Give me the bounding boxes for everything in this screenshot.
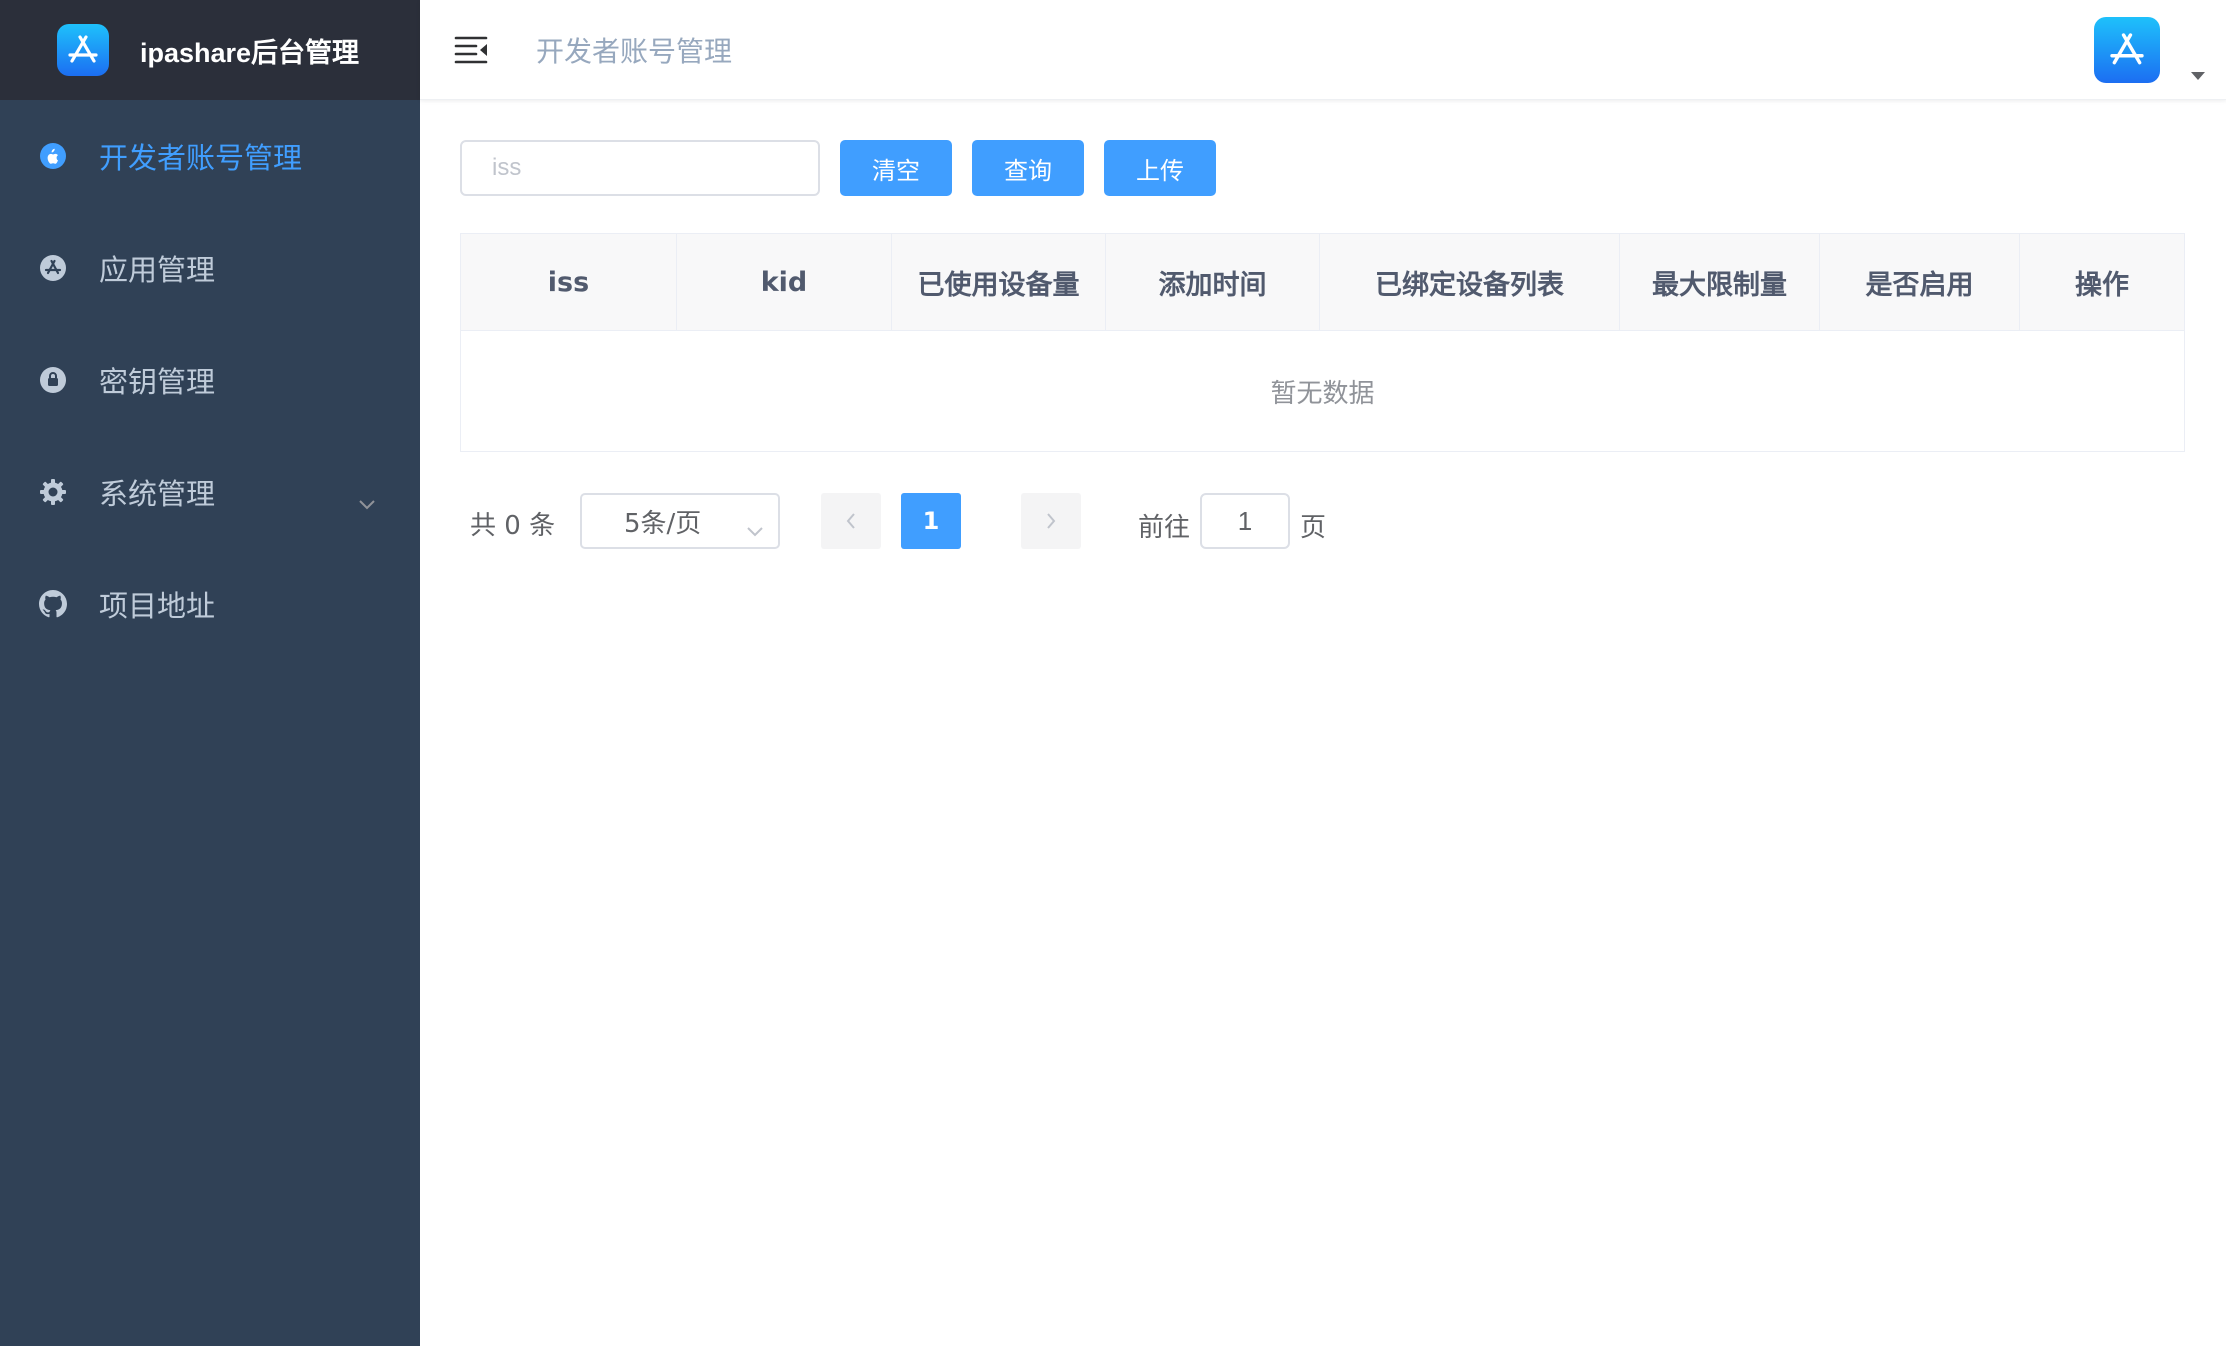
- app-store-icon: [57, 24, 109, 76]
- caret-down-icon[interactable]: [2190, 66, 2206, 85]
- page-unit-label: 页: [1300, 513, 1327, 543]
- app-root: ipashare后台管理 开发者账号管理 应用管理 密钥管理 系统管理 项目地址…: [0, 0, 2226, 1346]
- chevron-right-icon: [1047, 513, 1056, 529]
- column-header-kid[interactable]: kid: [677, 234, 892, 330]
- sidebar-item-system-management[interactable]: 系统管理: [0, 436, 420, 548]
- sidebar-item-label: 开发者账号管理: [99, 141, 303, 175]
- app-icon: [38, 253, 68, 283]
- github-icon: [38, 589, 68, 619]
- main-content: 清空 查询 上传 iss kid 已使用设备量 添加时间 已绑定设备列表 最大限…: [420, 100, 2226, 1346]
- next-page-button[interactable]: [1021, 493, 1081, 549]
- column-header-bound-devices[interactable]: 已绑定设备列表: [1320, 234, 1620, 330]
- accounts-table: iss kid 已使用设备量 添加时间 已绑定设备列表 最大限制量 是否启用 操…: [460, 233, 2185, 452]
- iss-search-input[interactable]: [460, 140, 820, 196]
- column-header-max-limit[interactable]: 最大限制量: [1620, 234, 1820, 330]
- pagination-total: 共 0 条: [470, 511, 556, 541]
- avatar[interactable]: [2094, 17, 2160, 83]
- column-header-actions[interactable]: 操作: [2020, 234, 2184, 330]
- page-size-select[interactable]: 5条/页: [580, 493, 780, 549]
- pagination: 共 0 条 5条/页 1 前往 1 页: [460, 493, 1360, 549]
- table-header: iss kid 已使用设备量 添加时间 已绑定设备列表 最大限制量 是否启用 操…: [461, 234, 2184, 331]
- lock-icon: [38, 365, 68, 395]
- chevron-left-icon: [846, 513, 855, 529]
- table-empty-text: 暂无数据: [1270, 378, 1375, 409]
- chevron-down-icon: [358, 484, 376, 518]
- goto-label: 前往: [1138, 513, 1191, 543]
- prev-page-button[interactable]: [821, 493, 881, 549]
- column-header-enabled[interactable]: 是否启用: [1820, 234, 2020, 330]
- sidebar-item-label: 密钥管理: [99, 365, 216, 399]
- brand-title: ipashare后台管理: [140, 37, 360, 68]
- gear-icon: [38, 477, 68, 507]
- sidebar: ipashare后台管理 开发者账号管理 应用管理 密钥管理 系统管理 项目地址: [0, 0, 420, 1346]
- top-navbar: 开发者账号管理: [420, 0, 2226, 100]
- app-store-icon: [2110, 33, 2144, 65]
- breadcrumb: 开发者账号管理: [536, 35, 733, 68]
- column-header-used-devices[interactable]: 已使用设备量: [892, 234, 1106, 330]
- sidebar-menu: 开发者账号管理 应用管理 密钥管理 系统管理 项目地址: [0, 100, 420, 660]
- column-header-added-time[interactable]: 添加时间: [1106, 234, 1320, 330]
- clear-button[interactable]: 清空: [840, 140, 952, 196]
- query-button[interactable]: 查询: [972, 140, 1084, 196]
- sidebar-item-key-management[interactable]: 密钥管理: [0, 324, 420, 436]
- hamburger-icon[interactable]: [454, 34, 490, 64]
- page-size-value: 5条/页: [624, 508, 702, 539]
- upload-button[interactable]: 上传: [1104, 140, 1216, 196]
- column-header-iss[interactable]: iss: [461, 234, 677, 330]
- brand[interactable]: ipashare后台管理: [0, 0, 420, 100]
- page-number-button[interactable]: 1: [901, 493, 961, 549]
- sidebar-item-developer-accounts[interactable]: 开发者账号管理: [0, 100, 420, 212]
- sidebar-item-app-management[interactable]: 应用管理: [0, 212, 420, 324]
- sidebar-item-label: 应用管理: [99, 253, 216, 287]
- goto-page-input[interactable]: [1200, 493, 1290, 549]
- apple-icon: [38, 141, 68, 171]
- chevron-down-icon: [746, 515, 764, 545]
- sidebar-item-label: 项目地址: [99, 589, 216, 623]
- sidebar-item-label: 系统管理: [99, 477, 216, 511]
- sidebar-item-project-url[interactable]: 项目地址: [0, 548, 420, 660]
